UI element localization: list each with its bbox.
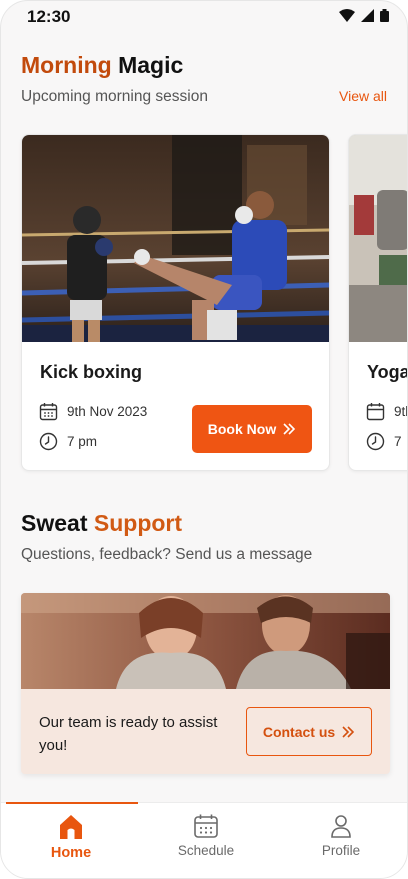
title-word: Sweat [21,510,88,536]
chevrons-right-icon [342,725,355,738]
session-time-row: 7 [366,432,402,451]
session-card[interactable]: Kick boxing 9th Nov 2023 7 pm Book Now [21,134,330,471]
morning-section-subtitle: Upcoming morning session [21,88,208,105]
session-name: Yoga [367,362,408,382]
book-now-button[interactable]: Book Now [192,405,312,453]
title-accent-word: Morning [21,52,112,78]
nav-item-home[interactable]: Home [21,813,121,861]
session-time: 7 pm [67,434,98,449]
session-name: Kick boxing [40,362,143,382]
session-image [22,135,329,342]
session-date: 9th [394,404,407,419]
support-message: Our team is ready to assist you! [39,714,218,754]
calendar-icon [194,814,218,838]
title-accent-word: Support [93,510,183,536]
bottom-nav: Home Schedule Profile [1,802,407,878]
chevrons-right-icon [283,423,296,435]
nav-item-schedule[interactable]: Schedule [156,813,256,858]
calendar-icon [39,403,58,421]
session-card[interactable]: Yoga 9th 7 [348,134,408,471]
support-image [21,593,390,689]
support-section-title: Sweat Support [21,510,182,537]
nav-label: Schedule [177,843,235,858]
clock-icon [39,432,58,451]
active-tab-indicator [6,802,138,804]
session-time: 7 [394,434,402,449]
clock-icon [366,432,385,451]
nav-label: Home [50,845,92,861]
session-time-row: 7 pm [39,432,97,451]
support-card: Our team is ready to assist you! Contact… [21,593,390,774]
home-icon [60,815,82,839]
calendar-icon [366,403,385,421]
session-image [349,135,407,342]
session-date: 9th Nov 2023 [67,404,148,419]
status-bar: 12:30 [1,1,407,33]
support-section-subtitle: Questions, feedback? Send us a message [21,546,313,563]
contact-us-label: Contact us [262,723,336,740]
status-time: 12:30 [27,7,71,26]
nav-item-profile[interactable]: Profile [291,813,391,858]
morning-section-title: Morning Magic [21,52,183,79]
wifi-icon [339,9,355,22]
title-word: Magic [118,52,184,78]
session-date-row: 9th Nov 2023 [39,402,147,421]
signal-icon [361,9,374,22]
nav-label: Profile [321,843,361,858]
session-date-row: 9th [366,402,407,421]
status-icons [339,9,389,22]
profile-icon [331,815,351,838]
contact-us-button[interactable]: Contact us [246,707,372,756]
app-screen: 12:30 Morning Magic Upcoming morning ses… [0,0,408,879]
battery-icon [380,9,389,22]
book-now-label: Book Now [207,421,277,437]
view-all-link[interactable]: View all [339,88,387,104]
